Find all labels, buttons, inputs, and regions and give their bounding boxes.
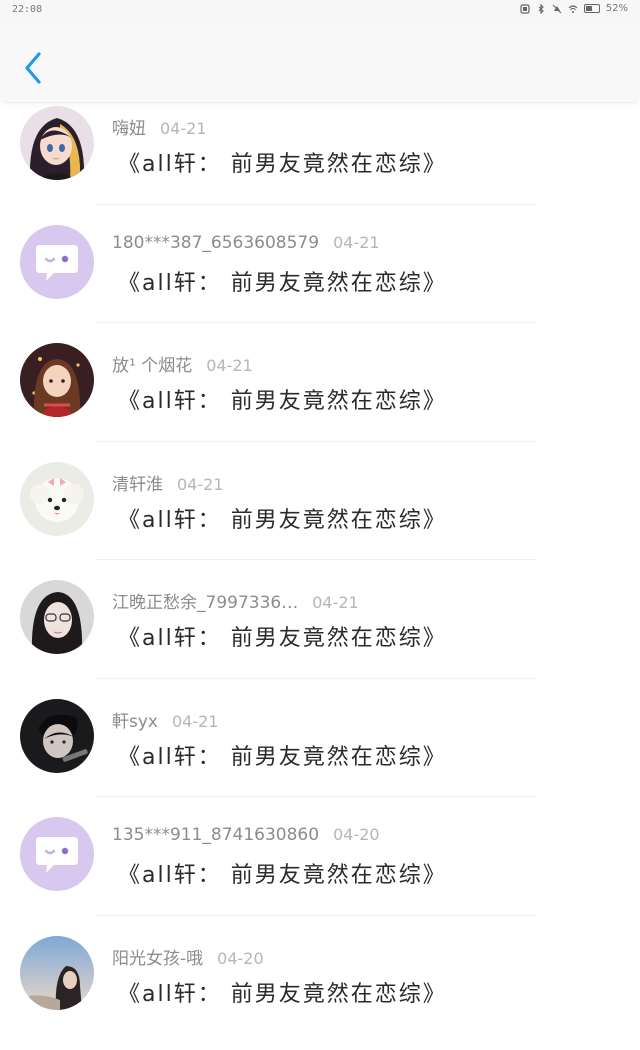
screenshot-icon <box>520 4 530 14</box>
avatar[interactable] <box>20 699 94 773</box>
user-name[interactable]: 清轩淮 <box>112 475 163 495</box>
battery-icon <box>584 4 600 13</box>
list-item[interactable]: 清轩淮 04-21 《all轩： 前男友竟然在恋综》 <box>0 458 640 577</box>
illustrated-girl-avatar-icon <box>20 343 94 417</box>
avatar[interactable] <box>20 580 94 654</box>
sky-photo-avatar-icon <box>20 936 94 1010</box>
comment-date: 04-21 <box>206 356 253 375</box>
user-name[interactable]: 135***911_8741630860 <box>112 825 319 845</box>
user-name[interactable]: 180***387_6563608579 <box>112 233 319 253</box>
avatar[interactable] <box>20 462 94 536</box>
list-item[interactable]: 180***387_6563608579 04-21 《all轩： 前男友竟然在恋… <box>0 221 640 340</box>
comment-list: 嗨妞 04-21 《all轩： 前男友竟然在恋综》 180***387_65636… <box>0 102 640 1050</box>
back-button[interactable] <box>16 46 52 90</box>
user-name[interactable]: 阳光女孩-哦 <box>112 949 203 969</box>
comment-meta: 嗨妞 04-21 <box>112 114 207 139</box>
user-name[interactable]: 嗨妞 <box>112 119 146 139</box>
avatar[interactable] <box>20 343 94 417</box>
default-chat-icon <box>20 225 94 299</box>
list-item[interactable]: 135***911_8741630860 04-20 《all轩： 前男友竟然在恋… <box>0 813 640 932</box>
battery-percent: 52% <box>606 3 628 14</box>
status-icons: 52% <box>520 3 628 14</box>
user-name[interactable]: 放¹ 个烟花 <box>112 356 192 376</box>
divider <box>96 204 536 205</box>
default-chat-icon <box>20 817 94 891</box>
comment-text[interactable]: 《all轩： 前男友竟然在恋综》 <box>118 739 447 771</box>
list-item[interactable]: 江晚正愁余_7997336… 04-21 《all轩： 前男友竟然在恋综》 <box>0 576 640 695</box>
comment-date: 04-21 <box>177 475 224 494</box>
comment-date: 04-21 <box>160 119 207 138</box>
boy-photo-avatar-icon <box>20 699 94 773</box>
comment-date: 04-21 <box>312 593 359 612</box>
divider <box>96 322 536 323</box>
avatar[interactable] <box>20 936 94 1010</box>
comment-date: 04-21 <box>333 233 380 252</box>
comment-text[interactable]: 《all轩： 前男友竟然在恋综》 <box>118 857 447 889</box>
avatar[interactable] <box>20 106 94 180</box>
girl-photo-avatar-icon <box>20 580 94 654</box>
battery-level <box>586 6 592 11</box>
comment-meta: 阳光女孩-哦 04-20 <box>112 944 264 969</box>
mute-icon <box>552 4 562 14</box>
comment-text[interactable]: 《all轩： 前男友竟然在恋综》 <box>118 146 447 178</box>
comment-text[interactable]: 《all轩： 前男友竟然在恋综》 <box>118 620 447 652</box>
divider <box>96 796 536 797</box>
list-item[interactable]: 阳光女孩-哦 04-20 《all轩： 前男友竟然在恋综》 <box>0 932 640 1050</box>
header-bar <box>0 20 640 103</box>
list-item[interactable]: 放¹ 个烟花 04-21 《all轩： 前男友竟然在恋综》 <box>0 339 640 458</box>
avatar[interactable] <box>20 225 94 299</box>
comment-text[interactable]: 《all轩： 前男友竟然在恋综》 <box>118 976 447 1008</box>
comment-text[interactable]: 《all轩： 前男友竟然在恋综》 <box>118 502 447 534</box>
puppy-avatar-icon <box>20 462 94 536</box>
comment-meta: 135***911_8741630860 04-20 <box>112 825 380 845</box>
divider <box>96 559 536 560</box>
avatar[interactable] <box>20 817 94 891</box>
comment-date: 04-21 <box>172 712 219 731</box>
status-bar: 22:08 52% <box>0 0 640 20</box>
comment-meta: 江晚正愁余_7997336… 04-21 <box>112 588 359 613</box>
comment-meta: 清轩淮 04-21 <box>112 470 224 495</box>
comment-date: 04-20 <box>333 825 380 844</box>
divider <box>96 678 536 679</box>
list-item[interactable]: 嗨妞 04-21 《all轩： 前男友竟然在恋综》 <box>0 102 640 221</box>
comment-text[interactable]: 《all轩： 前男友竟然在恋综》 <box>118 265 447 297</box>
divider <box>96 441 536 442</box>
list-item[interactable]: 軒syx 04-21 《all轩： 前男友竟然在恋综》 <box>0 695 640 814</box>
user-name[interactable]: 江晚正愁余_7997336… <box>112 593 298 613</box>
comment-meta: 軒syx 04-21 <box>112 707 218 732</box>
divider <box>96 915 536 916</box>
comment-date: 04-20 <box>217 949 264 968</box>
comment-meta: 180***387_6563608579 04-21 <box>112 233 380 253</box>
anime-girl-avatar-icon <box>20 106 94 180</box>
comment-meta: 放¹ 个烟花 04-21 <box>112 351 253 376</box>
wifi-icon <box>568 4 578 14</box>
status-time: 22:08 <box>12 4 42 15</box>
user-name[interactable]: 軒syx <box>112 712 158 732</box>
comment-text[interactable]: 《all轩： 前男友竟然在恋综》 <box>118 383 447 415</box>
chevron-left-icon <box>16 46 52 90</box>
bluetooth-icon <box>536 4 546 14</box>
